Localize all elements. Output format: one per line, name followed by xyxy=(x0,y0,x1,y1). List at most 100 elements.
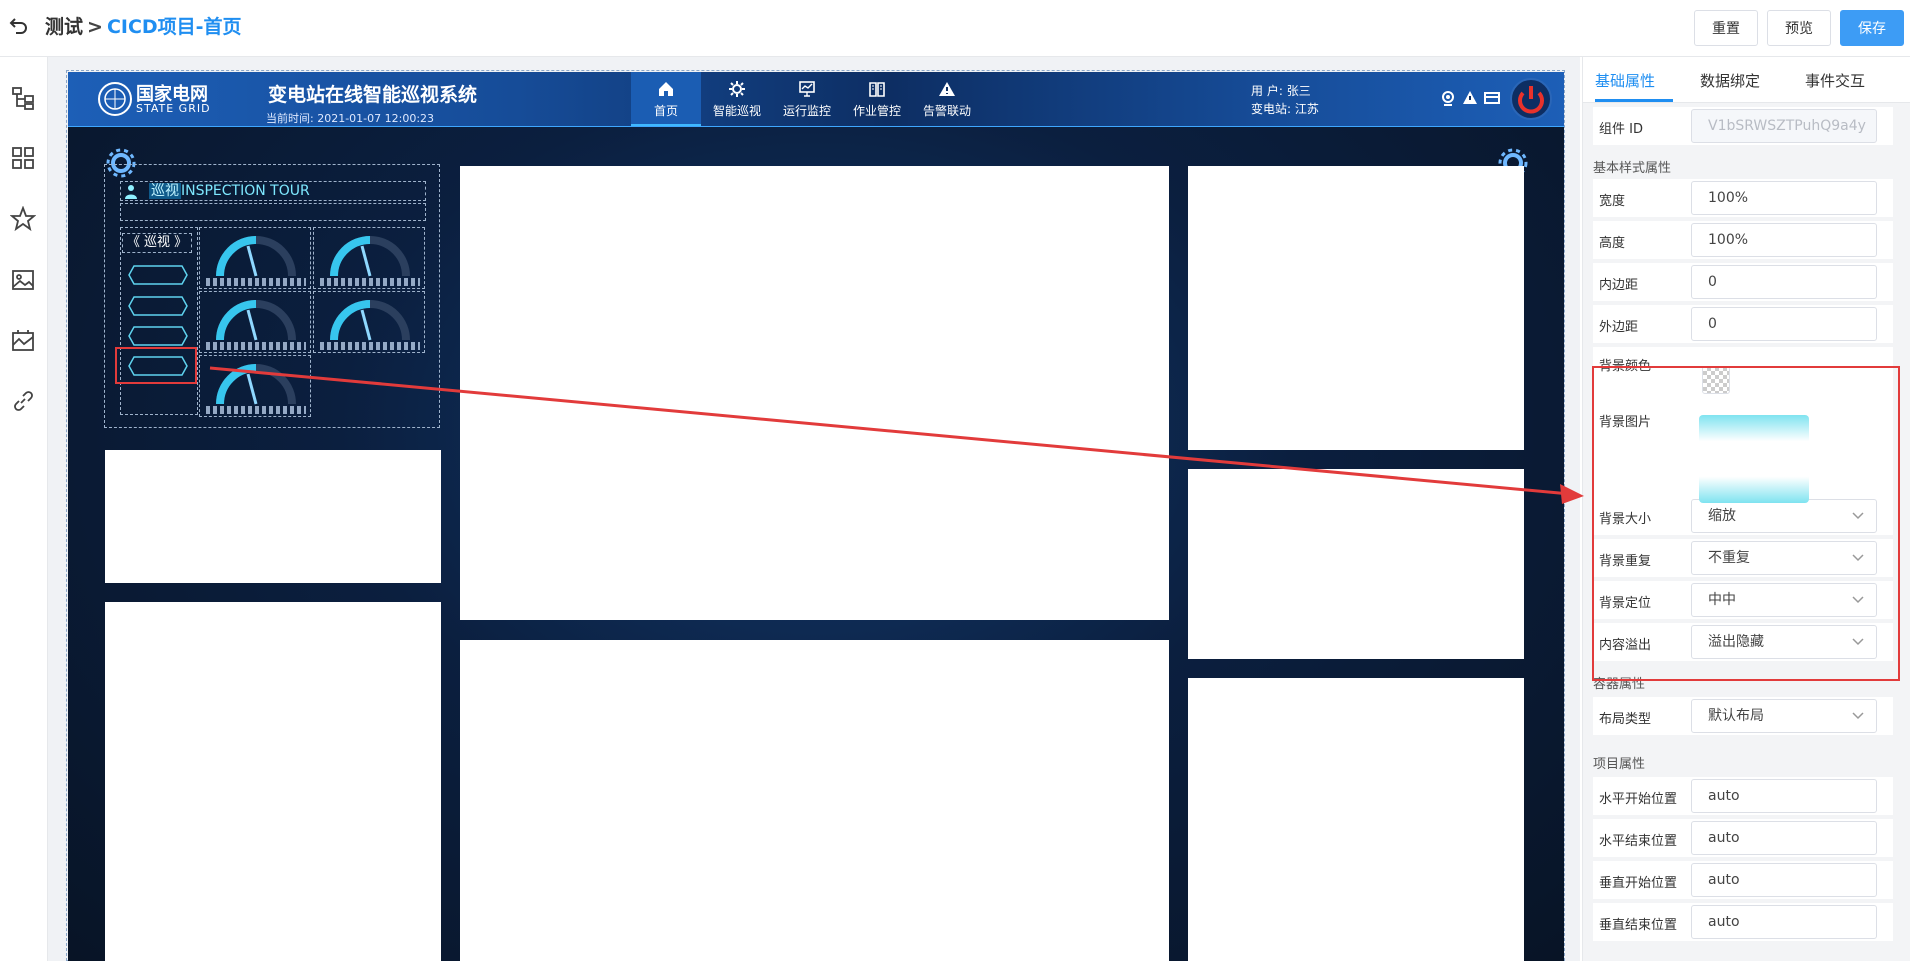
tab-basic-props[interactable]: 基础属性 xyxy=(1595,70,1655,91)
gauge-icon xyxy=(216,364,296,405)
preview-button[interactable]: 预览 xyxy=(1767,10,1831,46)
gauge-cell xyxy=(313,291,425,353)
hex-button[interactable] xyxy=(128,296,188,316)
gauge-icon xyxy=(216,300,296,341)
margin-label: 外边距 xyxy=(1599,320,1639,335)
book-icon xyxy=(869,82,885,97)
nav-smart-inspection[interactable]: 智能巡视 xyxy=(702,72,772,126)
station-label: 变电站: xyxy=(1251,102,1292,116)
gauge-icon xyxy=(330,300,410,341)
section-item: 项目属性 xyxy=(1593,757,1646,772)
star-icon[interactable] xyxy=(9,205,37,232)
row-start-input[interactable]: auto xyxy=(1691,863,1877,897)
current-time: 当前时间: 2021-01-07 12:00:23 xyxy=(266,112,435,125)
nav-work-control[interactable]: 作业管控 xyxy=(842,72,912,126)
power-icon[interactable] xyxy=(1509,77,1553,121)
hex-button[interactable] xyxy=(128,265,188,285)
link-icon[interactable] xyxy=(10,388,36,414)
nav-run-monitor-label: 运行监控 xyxy=(782,104,831,118)
breadcrumb-separator: > xyxy=(87,16,103,38)
col-start-input[interactable]: auto xyxy=(1691,779,1877,813)
alert-icon[interactable] xyxy=(1462,90,1478,106)
active-tab-indicator xyxy=(1595,99,1673,102)
highlight-box xyxy=(1592,366,1900,681)
layout-row: 布局类型 默认布局 xyxy=(1593,697,1893,735)
col-end-row: 水平结束位置 auto xyxy=(1593,819,1893,857)
gauge-icon xyxy=(216,236,296,277)
top-bar: 测试 > CICD项目-首页 重置 预览 保存 xyxy=(0,0,1910,57)
nav-alarm-linkage[interactable]: 告警联动 xyxy=(912,72,982,126)
width-input[interactable]: 100% xyxy=(1691,181,1877,215)
chart-image-icon[interactable] xyxy=(10,327,36,353)
tab-event-interaction[interactable]: 事件交互 xyxy=(1805,70,1865,91)
white-panel[interactable] xyxy=(460,640,1169,961)
reset-button[interactable]: 重置 xyxy=(1694,10,1758,46)
white-panel[interactable] xyxy=(105,602,441,961)
col-end-label: 水平结束位置 xyxy=(1599,834,1678,849)
inspection-title: 巡视 INSPECTION TOUR xyxy=(120,181,426,201)
col-start-label: 水平开始位置 xyxy=(1599,792,1678,807)
tree-icon[interactable] xyxy=(10,85,36,111)
row-end-input[interactable]: auto xyxy=(1691,905,1877,939)
width-label: 宽度 xyxy=(1599,194,1626,209)
padding-label: 内边距 xyxy=(1599,278,1639,293)
tab-data-binding[interactable]: 数据绑定 xyxy=(1700,70,1760,91)
padding-input[interactable]: 0 xyxy=(1691,265,1877,299)
nav-smart-inspection-label: 智能巡视 xyxy=(712,104,761,118)
white-panel[interactable] xyxy=(105,450,441,583)
white-panel[interactable] xyxy=(1188,166,1524,450)
height-input[interactable]: 100% xyxy=(1691,223,1877,257)
col-start-row: 水平开始位置 auto xyxy=(1593,777,1893,815)
height-row: 高度 100% xyxy=(1593,221,1893,259)
inspection-button-column xyxy=(120,227,198,415)
logo-text-en: STATE GRID xyxy=(136,102,211,115)
nav-run-monitor[interactable]: 运行监控 xyxy=(772,72,842,126)
nav-alarm-linkage-label: 告警联动 xyxy=(922,104,971,118)
gear-icon xyxy=(729,81,745,97)
height-label: 高度 xyxy=(1599,236,1626,251)
section-basic-style: 基本样式属性 xyxy=(1593,161,1672,176)
undo-icon[interactable] xyxy=(8,14,30,36)
left-toolbar xyxy=(0,57,48,961)
inspection-tour-button[interactable]: 《 巡视 》 xyxy=(122,233,192,253)
chevron-down-icon xyxy=(1852,712,1864,720)
white-panel[interactable] xyxy=(460,166,1169,620)
user-value: 张三 xyxy=(1286,84,1311,98)
margin-row: 外边距 0 xyxy=(1593,305,1893,343)
grid-icon[interactable] xyxy=(10,145,36,171)
component-id-field: V1bSRWSZTPuhQ9a4y xyxy=(1691,109,1877,143)
layout-select[interactable]: 默认布局 xyxy=(1691,699,1877,733)
component-id-row: 组件 ID V1bSRWSZTPuhQ9a4y xyxy=(1593,107,1893,145)
row-start-label: 垂直开始位置 xyxy=(1599,876,1678,891)
camera-icon[interactable] xyxy=(1440,90,1456,106)
user-label: 用 户: xyxy=(1251,84,1283,98)
width-row: 宽度 100% xyxy=(1593,179,1893,217)
nav-home[interactable]: 首页 xyxy=(631,72,701,126)
settings-card-icon[interactable] xyxy=(1484,90,1500,106)
image-icon[interactable] xyxy=(10,267,36,293)
system-title: 变电站在线智能巡视系统 xyxy=(268,84,478,106)
breadcrumb: 测试 > CICD项目-首页 xyxy=(45,14,242,40)
nav-work-control-label: 作业管控 xyxy=(852,104,901,118)
gauge-cell xyxy=(199,291,311,353)
gauge-cell xyxy=(199,227,311,289)
hex-button[interactable] xyxy=(128,326,188,346)
white-panel[interactable] xyxy=(1188,678,1524,961)
breadcrumb-current: CICD项目-首页 xyxy=(106,16,242,38)
row-end-row: 垂直结束位置 auto xyxy=(1593,903,1893,941)
warning-icon xyxy=(939,82,955,96)
row-start-row: 垂直开始位置 auto xyxy=(1593,861,1893,899)
inspection-subtitle-bar xyxy=(120,203,426,221)
dashboard-header: 国家电网 STATE GRID 变电站在线智能巡视系统 当前时间: 2021-0… xyxy=(68,72,1564,127)
col-end-input[interactable]: auto xyxy=(1691,821,1877,855)
padding-row: 内边距 0 xyxy=(1593,263,1893,301)
margin-input[interactable]: 0 xyxy=(1691,307,1877,341)
monitor-icon xyxy=(799,81,815,97)
highlight-box xyxy=(115,347,197,384)
home-icon xyxy=(659,82,673,96)
save-button[interactable]: 保存 xyxy=(1840,10,1904,46)
gauge-icon xyxy=(330,236,410,277)
white-panel[interactable] xyxy=(1188,469,1524,659)
property-tabs: 基础属性 数据绑定 事件交互 xyxy=(1583,57,1910,103)
breadcrumb-root[interactable]: 测试 xyxy=(45,16,83,38)
